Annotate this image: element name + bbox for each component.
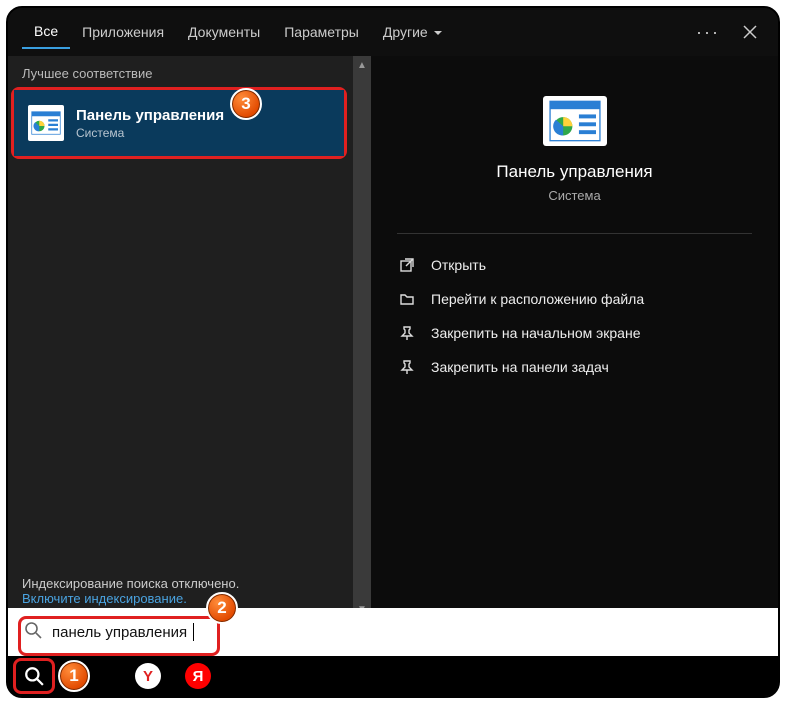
results-column: Лучшее соответствие	[8, 56, 353, 618]
results-scrollbar[interactable]: ▲ ▼	[353, 56, 371, 618]
main-area: Лучшее соответствие	[8, 56, 778, 618]
detail-subtitle: Система	[548, 188, 600, 203]
tab-all[interactable]: Все	[22, 15, 70, 49]
detail-actions: Открыть Перейти к расположению файла Зак…	[371, 240, 778, 392]
taskbar-search-button[interactable]	[12, 658, 56, 694]
taskbar-yandex-browser-button[interactable]: Y	[126, 658, 170, 694]
result-item-control-panel[interactable]: Панель управления Система	[14, 90, 344, 156]
taskbar-yandex-button[interactable]: Я	[176, 658, 220, 694]
action-open-file-location[interactable]: Перейти к расположению файла	[381, 282, 768, 316]
result-title: Панель управления	[76, 107, 224, 124]
control-panel-large-icon	[543, 96, 607, 146]
annotation-badge-3: 3	[230, 88, 262, 120]
close-icon	[743, 25, 757, 39]
yandex-browser-icon: Y	[135, 663, 161, 689]
detail-header: Панель управления Система	[371, 56, 778, 227]
taskbar: Y Я	[8, 656, 778, 696]
action-open[interactable]: Открыть	[381, 248, 768, 282]
annotation-badge-1: 1	[58, 660, 90, 692]
action-pin-taskbar[interactable]: Закрепить на панели задач	[381, 350, 768, 384]
open-icon	[397, 257, 417, 273]
close-button[interactable]	[730, 12, 770, 52]
detail-title: Панель управления	[496, 162, 652, 182]
annotation-badge-2: 2	[206, 592, 238, 624]
result-text-block: Панель управления Система	[76, 107, 224, 140]
action-label: Перейти к расположению файла	[431, 291, 644, 307]
detail-divider	[397, 233, 752, 234]
result-subtitle: Система	[76, 126, 224, 140]
pin-taskbar-icon	[397, 359, 417, 375]
yandex-icon: Я	[185, 663, 211, 689]
folder-icon	[397, 291, 417, 307]
action-label: Открыть	[431, 257, 486, 273]
annotation-outline-search	[18, 616, 220, 656]
annotation-outline-taskbar-search	[13, 658, 55, 694]
pin-start-icon	[397, 325, 417, 341]
tab-apps[interactable]: Приложения	[70, 16, 176, 48]
tab-documents[interactable]: Документы	[176, 16, 272, 48]
control-panel-icon	[28, 105, 64, 141]
detail-pane: Панель управления Система Открыть Перейт…	[371, 56, 778, 618]
annotation-outline-result: Панель управления Система	[11, 87, 347, 159]
search-window: Все Приложения Документы Параметры Други…	[6, 6, 780, 698]
action-pin-start[interactable]: Закрепить на начальном экране	[381, 316, 768, 350]
section-header-best-match: Лучшее соответствие	[8, 56, 353, 87]
search-icon	[24, 666, 44, 686]
action-label: Закрепить на панели задач	[431, 359, 609, 375]
scroll-up-icon[interactable]: ▲	[353, 56, 371, 74]
enable-indexing-link[interactable]: Включите индексирование.	[22, 591, 187, 606]
tab-settings[interactable]: Параметры	[272, 16, 371, 48]
more-options-button[interactable]: ···	[686, 22, 730, 43]
filter-tabs: Все Приложения Документы Параметры Други…	[8, 8, 778, 56]
tab-more[interactable]: Другие	[371, 16, 454, 48]
indexing-status-text: Индексирование поиска отключено.	[22, 576, 339, 591]
action-label: Закрепить на начальном экране	[431, 325, 641, 341]
